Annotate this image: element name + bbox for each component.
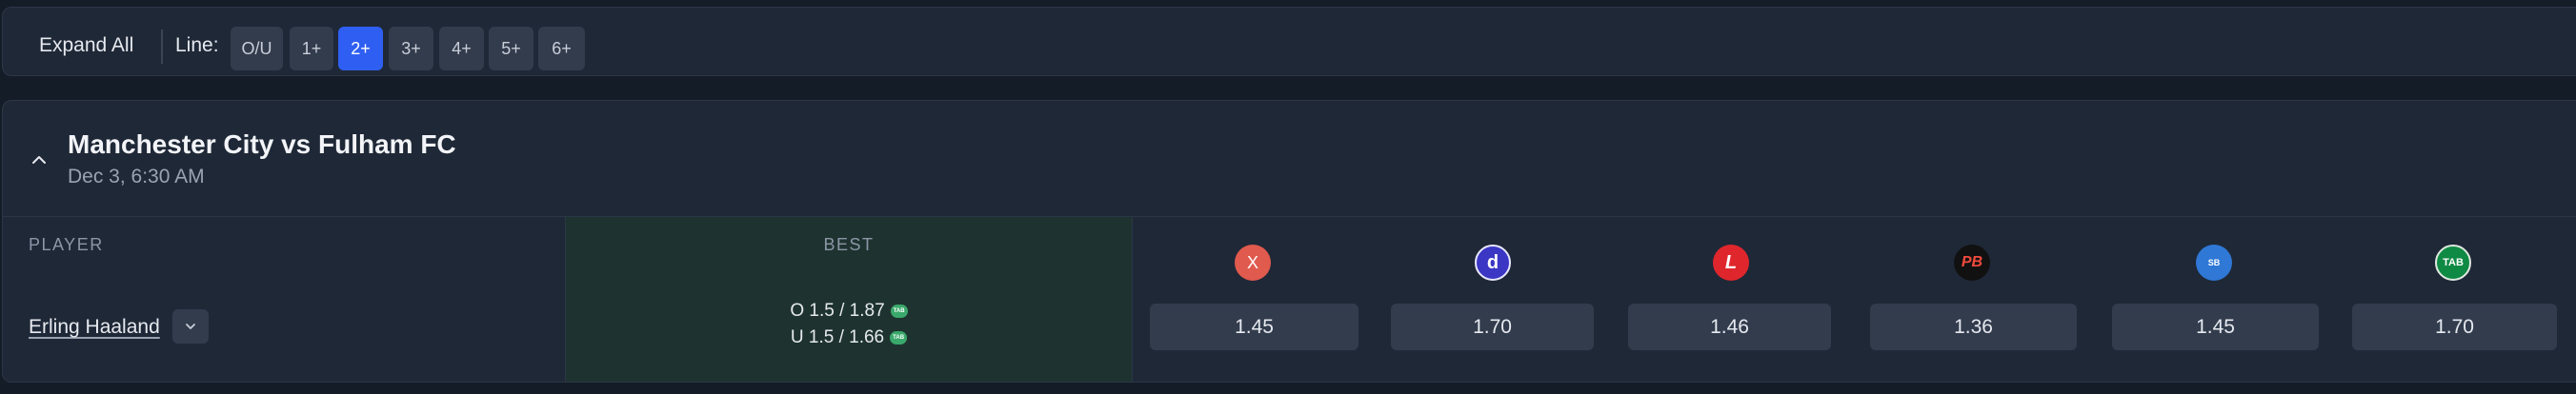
line-option-5[interactable]: 5+ <box>489 27 533 70</box>
expand-all-button[interactable]: Expand All <box>39 34 133 57</box>
line-option-1[interactable]: 1+ <box>290 27 333 70</box>
tab-mini-logo-icon: TAB <box>890 305 908 318</box>
odds-cell-ladbrokes[interactable]: 1.46 <box>1628 304 1831 350</box>
dabble-logo-glyph: d <box>1486 251 1499 273</box>
table-divider <box>3 216 2576 217</box>
pointsbet-logo-glyph: PB <box>1961 254 1983 270</box>
match-card: Manchester City vs Fulham FC Dec 3, 6:30… <box>2 100 2576 383</box>
line-option-4[interactable]: 4+ <box>439 27 484 70</box>
line-option-3[interactable]: 3+ <box>389 27 433 70</box>
match-title: Manchester City vs Fulham FC <box>68 129 456 159</box>
line-option-6[interactable]: 6+ <box>538 27 585 70</box>
x-logo-glyph: X <box>1246 252 1258 272</box>
header-player: PLAYER <box>29 235 104 254</box>
line-option-2[interactable]: 2+ <box>338 27 383 70</box>
ladbrokes-logo-icon: L <box>1713 245 1749 281</box>
match-datetime: Dec 3, 6:30 AM <box>68 166 205 187</box>
header-best: BEST <box>823 235 875 254</box>
pointsbet-logo-icon: PB <box>1954 245 1990 281</box>
line-option-ou[interactable]: O/U <box>231 27 283 70</box>
odds-cell-tab[interactable]: 1.70 <box>2352 304 2557 350</box>
player-dropdown-button[interactable] <box>172 309 209 344</box>
dabble-logo-icon: d <box>1475 245 1511 281</box>
best-over-line: O 1.5 / 1.87 TAB <box>565 301 1133 322</box>
x-logo-icon: X <box>1235 245 1271 281</box>
best-over-value: O 1.5 / 1.87 <box>790 301 885 321</box>
chevron-up-icon <box>32 156 46 164</box>
tab-mini-logo-icon: TAB <box>890 331 908 345</box>
tab-logo-glyph: TAB <box>2443 257 2464 268</box>
line-toolbar: Expand All Line: O/U 1+ 2+ 3+ 4+ 5+ 6+ <box>2 7 2576 76</box>
ladbrokes-logo-glyph: L <box>1724 251 1738 273</box>
toolbar-divider <box>161 30 163 64</box>
sportsbet-logo-glyph: SB <box>2207 258 2221 267</box>
odds-cell-pointsbet[interactable]: 1.36 <box>1870 304 2077 350</box>
best-under-line: U 1.5 / 1.66 TAB <box>565 327 1133 348</box>
chevron-down-icon <box>186 324 195 329</box>
line-label: Line: <box>175 34 219 56</box>
tab-logo-icon: TAB <box>2435 245 2471 281</box>
sportsbet-logo-icon: SB <box>2196 245 2232 281</box>
collapse-button[interactable] <box>26 147 52 173</box>
best-under-value: U 1.5 / 1.66 <box>790 327 885 347</box>
odds-cell-sportsbet[interactable]: 1.45 <box>2112 304 2319 350</box>
player-name[interactable]: Erling Haaland <box>29 316 160 339</box>
odds-cell-dabble[interactable]: 1.70 <box>1391 304 1594 350</box>
odds-cell-x[interactable]: 1.45 <box>1150 304 1358 350</box>
